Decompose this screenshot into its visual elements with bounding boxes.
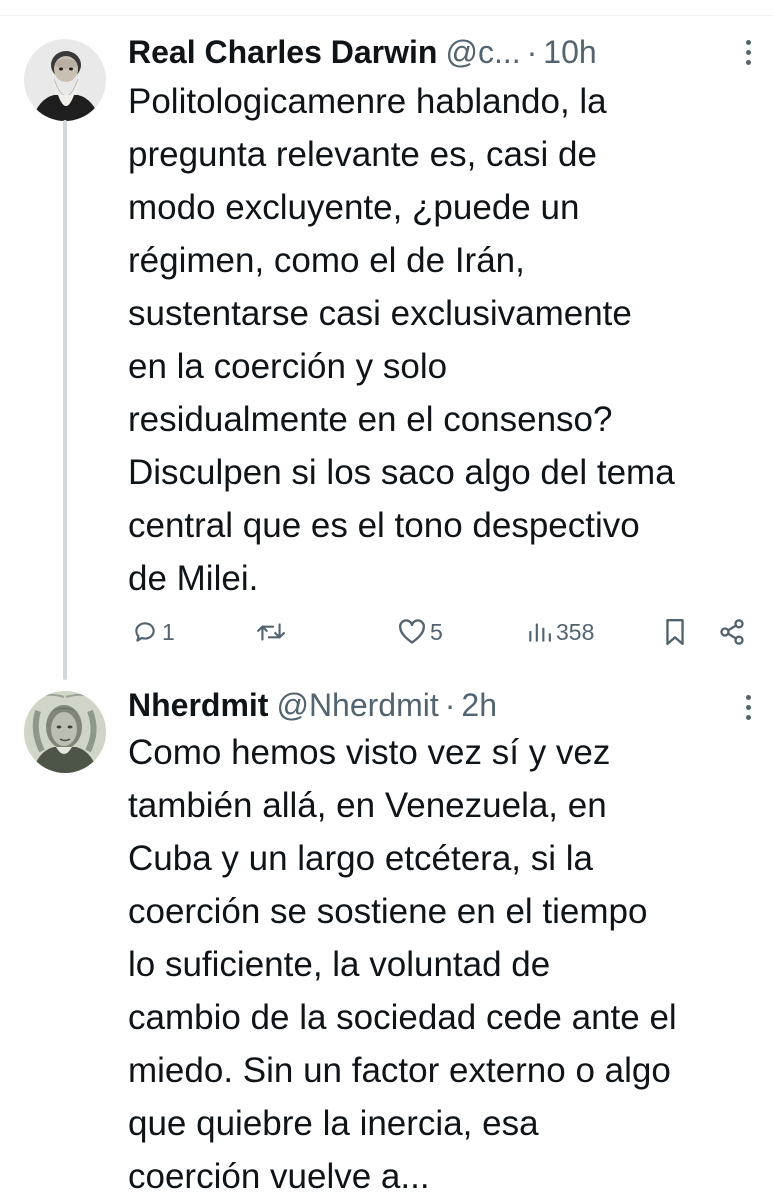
tweet-text: Como hemos visto vez sí y vez también al… <box>128 726 768 1203</box>
tweet-actions-bar: 1 5 358 <box>0 610 773 654</box>
tweet-text: Politologicamenre hablando, la pregunta … <box>128 75 768 605</box>
separator-dot: · <box>444 686 456 723</box>
tweet-text-line: lo suficiente, la voluntad de <box>128 945 551 984</box>
more-dot-icon <box>745 49 751 55</box>
top-divider <box>0 15 773 16</box>
author-name[interactable]: Nherdmit <box>128 687 268 724</box>
share-button[interactable] <box>718 610 746 654</box>
separator-dot: · <box>526 33 538 70</box>
views-button[interactable]: 358 <box>526 610 594 654</box>
reply-icon <box>135 622 155 642</box>
tweet-text-line: cambio de la sociedad cede ante el <box>128 998 677 1037</box>
tweet-text-line: Disculpen si los saco algo del tema <box>128 453 675 492</box>
bookmark-button[interactable] <box>664 610 686 654</box>
bar-chart-icon <box>529 623 551 642</box>
more-dot-icon <box>745 39 751 45</box>
tweet-text-line: coerción vuelve a... <box>128 1157 430 1196</box>
tweet-text-line: Como hemos visto vez sí y vez <box>128 733 611 772</box>
heart-icon <box>399 619 425 644</box>
more-dot-icon <box>745 714 751 720</box>
tweet-text-line: Politologicamenre hablando, la <box>128 82 607 121</box>
franklin-banknote-portrait-icon <box>24 691 106 773</box>
timestamp[interactable]: 2h <box>461 687 497 724</box>
author-handle[interactable]: @c... <box>445 34 520 71</box>
more-dot-icon <box>745 59 751 65</box>
tweet-text-line: Cuba y un largo etcétera, si la <box>128 839 593 878</box>
tweet-text-line: régimen, como el de Irán, <box>128 241 525 280</box>
more-options-button[interactable] <box>738 30 758 74</box>
author-name[interactable]: Real Charles Darwin <box>128 34 437 71</box>
thread-connector-line <box>63 120 67 680</box>
tweet-header: Real Charles Darwin @c... · 10h <box>128 30 597 74</box>
like-count: 5 <box>430 618 443 645</box>
tweet-text-line: central que es el tono despectivo <box>128 506 640 545</box>
tweet-text-line: residualmente en el consenso? <box>128 400 613 439</box>
author-handle[interactable]: @Nherdmit <box>276 687 438 724</box>
tweet-text-line: pregunta relevante es, casi de <box>128 135 597 174</box>
tweet-text-line: sustentarse casi exclusivamente <box>128 294 632 333</box>
author-avatar[interactable] <box>24 39 106 121</box>
reply-button[interactable]: 1 <box>132 610 175 654</box>
tweet-text-line: miedo. Sin un factor externo o algo <box>128 1051 671 1090</box>
tweet-text-line: modo excluyente, ¿puede un <box>128 188 580 227</box>
tweet-text-line: que quiebre la inercia, esa <box>128 1104 539 1143</box>
tweet-text-line: coerción se sostiene en el tiempo <box>128 892 648 931</box>
timestamp[interactable]: 10h <box>543 34 596 71</box>
tweet-text-line: también allá, en Venezuela, en <box>128 786 607 825</box>
more-dot-icon <box>745 694 751 700</box>
tweet-header: Nherdmit @Nherdmit · 2h <box>128 683 497 727</box>
retweet-icon <box>257 623 285 641</box>
author-avatar[interactable] <box>24 691 106 773</box>
retweet-button[interactable] <box>256 610 290 654</box>
views-count: 358 <box>556 618 595 645</box>
reply-count: 1 <box>162 618 175 645</box>
share-icon <box>720 619 744 645</box>
bookmark-icon <box>666 618 684 646</box>
tweet-text-line: en la coerción y solo <box>128 347 448 386</box>
more-options-button[interactable] <box>738 685 758 729</box>
more-dot-icon <box>745 704 751 710</box>
bearded-man-portrait-icon <box>24 39 106 121</box>
like-button[interactable]: 5 <box>398 610 443 654</box>
tweet-text-line: de Milei. <box>128 559 259 598</box>
